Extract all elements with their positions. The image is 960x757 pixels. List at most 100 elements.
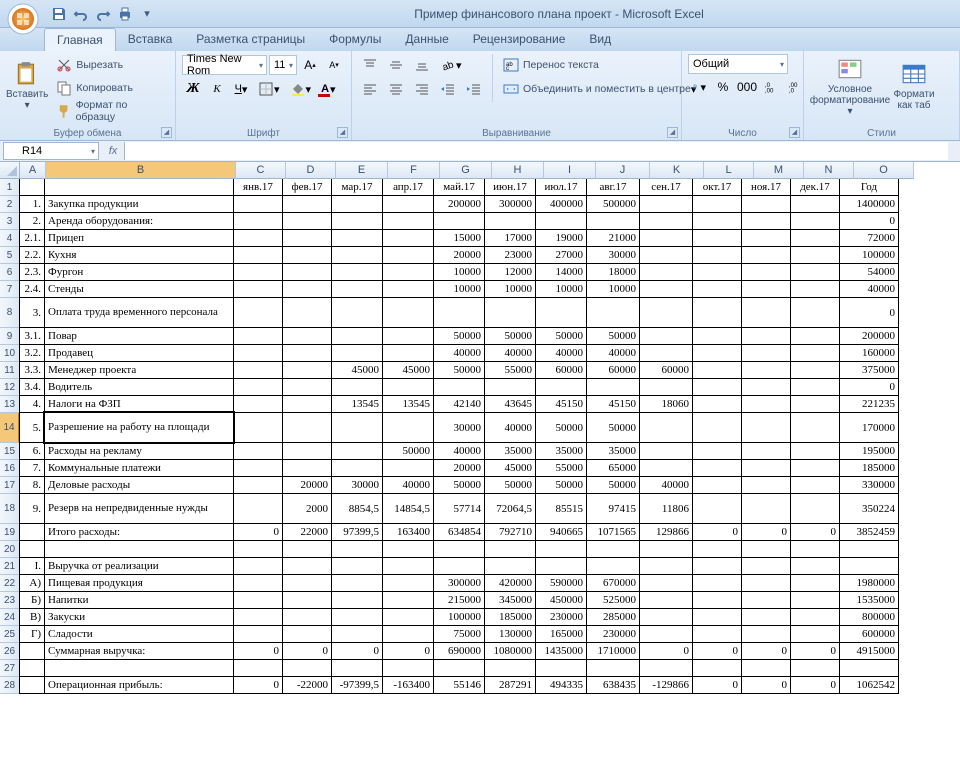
cell[interactable] bbox=[233, 327, 283, 345]
cell[interactable]: 3.2. bbox=[19, 344, 45, 362]
cell[interactable] bbox=[790, 625, 840, 643]
cell[interactable]: 200000 bbox=[839, 327, 899, 345]
number-format-combo[interactable]: Общий bbox=[688, 54, 788, 74]
cell[interactable]: 0 bbox=[692, 523, 742, 541]
cell[interactable] bbox=[282, 608, 332, 626]
row-header[interactable]: 13 bbox=[0, 396, 20, 413]
cell[interactable]: 20000 bbox=[433, 459, 485, 477]
qat-more-icon[interactable]: ▾ bbox=[136, 3, 158, 25]
cell[interactable] bbox=[233, 212, 283, 230]
ribbon-tab-4[interactable]: Данные bbox=[393, 28, 460, 51]
cell[interactable]: Суммарная выручка: bbox=[44, 642, 234, 660]
cell[interactable]: Год bbox=[839, 179, 899, 196]
orientation-button[interactable]: ab▾ bbox=[436, 54, 466, 76]
italic-button[interactable]: К bbox=[206, 78, 228, 100]
cell[interactable]: 40000 bbox=[433, 344, 485, 362]
cell[interactable] bbox=[790, 344, 840, 362]
row-header[interactable]: 16 bbox=[0, 460, 20, 477]
cell[interactable]: 130000 bbox=[484, 625, 536, 643]
row-header[interactable]: 8 bbox=[0, 298, 20, 328]
cell[interactable] bbox=[692, 361, 742, 379]
cell[interactable]: -129866 bbox=[639, 676, 693, 694]
cell[interactable] bbox=[741, 476, 791, 494]
cell[interactable] bbox=[433, 557, 485, 575]
cell[interactable]: 15000 bbox=[433, 229, 485, 247]
cell[interactable] bbox=[639, 591, 693, 609]
cell[interactable]: 45000 bbox=[484, 459, 536, 477]
cell[interactable]: Резерв на непредвиденные нужды bbox=[44, 493, 234, 524]
cell[interactable] bbox=[233, 229, 283, 247]
cell[interactable] bbox=[282, 659, 332, 677]
cell[interactable] bbox=[382, 412, 434, 443]
cell[interactable] bbox=[233, 395, 283, 413]
cell[interactable]: 10000 bbox=[433, 263, 485, 281]
paste-button[interactable]: Вставить▾ bbox=[6, 54, 48, 118]
cell[interactable] bbox=[790, 361, 840, 379]
cell[interactable] bbox=[790, 493, 840, 524]
cell[interactable] bbox=[433, 212, 485, 230]
cell[interactable] bbox=[741, 442, 791, 460]
cell[interactable] bbox=[331, 659, 383, 677]
cell[interactable]: 1710000 bbox=[586, 642, 640, 660]
cell[interactable] bbox=[692, 557, 742, 575]
cell[interactable] bbox=[282, 297, 332, 328]
cell[interactable]: 200000 bbox=[433, 195, 485, 213]
cell[interactable]: 65000 bbox=[586, 459, 640, 477]
cell[interactable]: 35000 bbox=[586, 442, 640, 460]
cell[interactable]: 10000 bbox=[535, 280, 587, 298]
cell[interactable]: Стенды bbox=[44, 280, 234, 298]
align-top-button[interactable] bbox=[358, 54, 382, 76]
cell[interactable] bbox=[331, 540, 383, 558]
cell[interactable] bbox=[44, 540, 234, 558]
cell[interactable]: 40000 bbox=[639, 476, 693, 494]
cell[interactable]: 163400 bbox=[382, 523, 434, 541]
cell[interactable] bbox=[639, 246, 693, 264]
cell[interactable] bbox=[233, 625, 283, 643]
cell[interactable] bbox=[692, 195, 742, 213]
cell[interactable]: Прицеп bbox=[44, 229, 234, 247]
cell[interactable]: 20000 bbox=[282, 476, 332, 494]
cell[interactable] bbox=[331, 280, 383, 298]
qat-redo-icon[interactable] bbox=[92, 3, 114, 25]
cell[interactable] bbox=[639, 608, 693, 626]
cell[interactable] bbox=[282, 412, 332, 443]
cell[interactable] bbox=[639, 659, 693, 677]
cell[interactable]: 27000 bbox=[535, 246, 587, 264]
cell[interactable] bbox=[331, 412, 383, 443]
cell[interactable] bbox=[692, 263, 742, 281]
cell[interactable]: 230000 bbox=[586, 625, 640, 643]
cell[interactable]: сен.17 bbox=[639, 179, 693, 196]
cell[interactable]: 40000 bbox=[535, 344, 587, 362]
row-header[interactable]: 27 bbox=[0, 660, 20, 677]
row-header[interactable]: 2 bbox=[0, 196, 20, 213]
cell[interactable]: Кухня bbox=[44, 246, 234, 264]
cell[interactable]: 100000 bbox=[839, 246, 899, 264]
cell[interactable] bbox=[331, 212, 383, 230]
cell[interactable]: 500000 bbox=[586, 195, 640, 213]
cell[interactable] bbox=[382, 574, 434, 592]
qat-print-icon[interactable] bbox=[114, 3, 136, 25]
align-bottom-button[interactable] bbox=[410, 54, 434, 76]
cell[interactable]: Г) bbox=[19, 625, 45, 643]
cell[interactable]: 45150 bbox=[586, 395, 640, 413]
cell[interactable]: Закуски bbox=[44, 608, 234, 626]
cell[interactable] bbox=[19, 540, 45, 558]
underline-button[interactable]: Ч▾ bbox=[230, 78, 252, 100]
format-painter-button[interactable]: Формат по образцу bbox=[52, 100, 169, 122]
cell[interactable] bbox=[586, 297, 640, 328]
cell[interactable] bbox=[282, 212, 332, 230]
cell[interactable]: Продавец bbox=[44, 344, 234, 362]
cell[interactable]: Операционная прибыль: bbox=[44, 676, 234, 694]
ribbon-tab-3[interactable]: Формулы bbox=[317, 28, 393, 51]
font-size-combo[interactable]: 11 bbox=[269, 55, 297, 75]
cell[interactable]: 2. bbox=[19, 212, 45, 230]
cell[interactable] bbox=[790, 476, 840, 494]
cell[interactable]: 0 bbox=[790, 676, 840, 694]
cell[interactable] bbox=[282, 229, 332, 247]
cell[interactable]: 50000 bbox=[433, 361, 485, 379]
cell[interactable]: 97415 bbox=[586, 493, 640, 524]
cell[interactable] bbox=[282, 557, 332, 575]
cell[interactable]: мар.17 bbox=[331, 179, 383, 196]
cell[interactable] bbox=[741, 493, 791, 524]
cell[interactable] bbox=[484, 297, 536, 328]
